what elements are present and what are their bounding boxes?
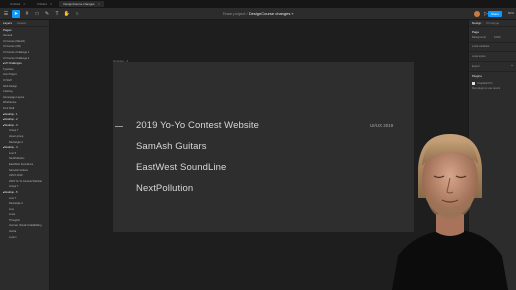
add-export-icon[interactable]: + xyxy=(511,64,513,68)
page-heading: Page xyxy=(472,30,480,34)
webcam-overlay xyxy=(384,128,516,290)
layer-label: UX Challenges xyxy=(4,62,22,66)
layer-label: UI Course (XD) xyxy=(3,45,21,49)
layer-label: Lines xyxy=(9,213,16,217)
divider xyxy=(469,71,516,72)
layer-label: Group 7 xyxy=(9,185,19,189)
layer-label: UI/UX 2019 xyxy=(9,174,23,178)
layer-label: Rectangle 2 xyxy=(9,202,23,206)
layer-label: Icon Project xyxy=(3,73,17,77)
figma-window: Untitled ✕ Untitled ✕ DesignCourse changes… xyxy=(0,0,516,290)
layer-label: Homepage Layout xyxy=(3,95,25,99)
tab-label: Untitled xyxy=(10,2,21,6)
plugin-item[interactable]: Unsplash Pro xyxy=(477,82,493,85)
layer-list: General UI Course (Sketch) UI Course (XD) U… xyxy=(0,33,49,240)
layer-label: Desktop - 4 xyxy=(4,146,18,150)
layer-label: Lorem xyxy=(9,235,17,239)
layer-label: UI Stuff xyxy=(3,79,12,83)
plugin-note: Run plugin to use recent xyxy=(472,87,501,90)
tab-strip: Untitled ✕ Untitled ✕ DesignCourse changes… xyxy=(0,0,516,8)
close-icon[interactable]: ✕ xyxy=(98,2,101,6)
background-value[interactable]: 100% xyxy=(494,36,501,39)
layer-label: Desktop - 1 xyxy=(4,112,18,116)
share-button[interactable]: Share xyxy=(488,11,502,17)
layer-label: Desktop - 2 xyxy=(4,118,18,122)
layer-label: Journal, Visual Code/Editing xyxy=(9,224,42,228)
layer-label: Inertia xyxy=(9,230,17,234)
tab-label: DesignCourse changes xyxy=(63,2,95,6)
tab-prototype[interactable]: Prototype xyxy=(486,21,499,25)
export-label[interactable]: Export xyxy=(472,65,480,68)
layer-label: Thoughts xyxy=(9,218,20,222)
tab-assets[interactable]: Assets xyxy=(17,21,26,25)
dash-line[interactable] xyxy=(115,126,123,127)
right-panel-tabs: Design Prototype xyxy=(469,20,516,27)
layer-label: UI Course Challenge 1 xyxy=(3,51,30,55)
background-label[interactable]: Background xyxy=(472,36,486,39)
toolbar: ☰ ➤ # □ ✎ T ✋ ○ Team project / DesignCou… xyxy=(0,8,516,20)
layer-label: Hover group xyxy=(9,134,24,138)
layer-label: Web Design xyxy=(3,84,18,88)
close-icon[interactable]: ✕ xyxy=(23,2,26,6)
project-item[interactable]: SamAsh Guitars xyxy=(136,141,207,152)
layer-label: Wireframes xyxy=(3,101,17,105)
layer-label: Font Stuff xyxy=(3,107,15,111)
tab-designcourse[interactable]: DesignCourse changes ✕ xyxy=(59,1,105,7)
layer-item[interactable]: Lorem xyxy=(0,234,49,240)
layer-label: Line 7 xyxy=(9,196,17,200)
divider xyxy=(469,61,516,62)
layer-label: Desktop - 3 xyxy=(4,123,18,127)
layer-label: Line 5 xyxy=(9,151,17,155)
layer-label: Desktop - 5 xyxy=(4,190,18,194)
layer-label: General xyxy=(3,34,13,38)
project-item[interactable]: EastWest SoundLine xyxy=(136,162,226,173)
local-variables[interactable]: Local variables xyxy=(472,45,489,48)
layers-panel: Layers Assets Pages General UI Course (Sk… xyxy=(0,20,50,290)
tab-label: Untitled xyxy=(36,2,47,6)
layer-label: NextPollution xyxy=(9,157,25,161)
layer-label: SamAsh Guitars xyxy=(9,168,28,172)
divider xyxy=(469,51,516,52)
layer-label: Group 7 xyxy=(9,129,19,133)
layer-label: 2019 Yo-Yo Contest Website xyxy=(9,179,42,183)
tab-untitled-1[interactable]: Untitled ✕ xyxy=(6,1,30,7)
local-styles[interactable]: Local styles xyxy=(472,55,486,58)
layer-label: UI Course Challenge 2 xyxy=(3,56,30,60)
project-item[interactable]: NextPollution xyxy=(136,183,193,194)
tab-untitled-2[interactable]: Untitled ✕ xyxy=(33,1,57,7)
divider xyxy=(469,42,516,43)
zoom-level[interactable]: 50% xyxy=(508,11,514,15)
left-panel-tabs: Layers Assets xyxy=(0,20,49,27)
project-item[interactable]: 2019 Yo-Yo Contest Website xyxy=(136,120,259,131)
tab-design[interactable]: Design xyxy=(472,21,481,25)
layer-label: Typeface xyxy=(3,67,14,71)
file-name: DesignCourse changes xyxy=(248,11,291,16)
layer-label: UI Course (Sketch) xyxy=(3,39,26,43)
plugins-heading: Plugins xyxy=(472,74,482,78)
layer-label: EastWest SoundLine xyxy=(9,162,34,166)
layer-label: Rectangle 2 xyxy=(9,140,23,144)
breadcrumb[interactable]: Team project / DesignCourse changes ▾ xyxy=(0,11,516,16)
avatar[interactable] xyxy=(474,11,480,17)
presenter-image xyxy=(392,134,508,290)
plugin-icon xyxy=(472,82,475,85)
layer-label: Coloring xyxy=(3,90,13,94)
layer-label: Line xyxy=(9,207,14,211)
tab-layers[interactable]: Layers xyxy=(3,21,12,25)
team-name: Team project xyxy=(222,11,246,16)
close-icon[interactable]: ✕ xyxy=(50,2,53,6)
